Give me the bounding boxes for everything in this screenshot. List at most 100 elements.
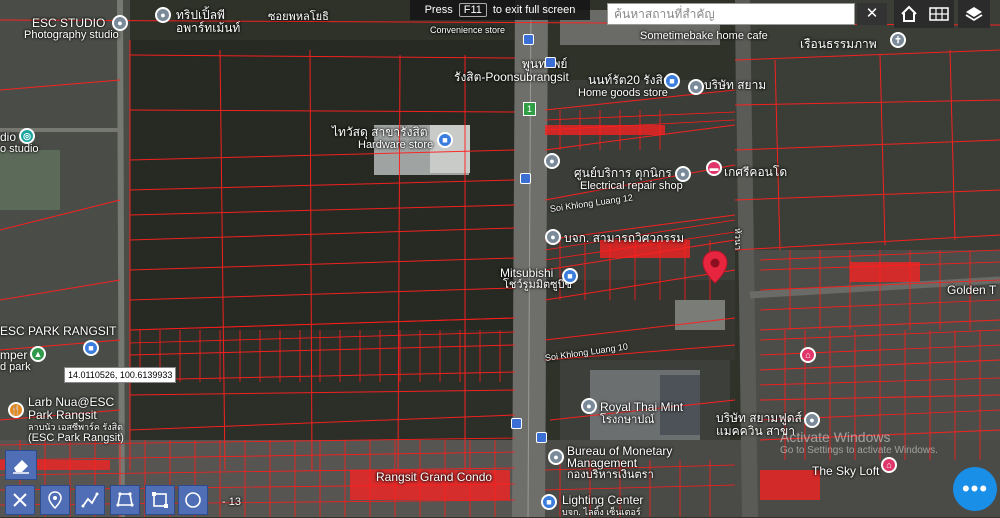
fullscreen-key: F11 bbox=[458, 3, 487, 17]
watermark-subtitle: Go to Settings to activate Windows. bbox=[780, 445, 938, 456]
home-pin-icon[interactable]: ⌂ bbox=[800, 347, 816, 363]
shopping-pin-icon[interactable]: ■ bbox=[541, 494, 557, 510]
rectangle-icon bbox=[152, 492, 168, 508]
road-label: หัวนา bbox=[733, 228, 743, 251]
map-label: เกศรีคอนโด bbox=[724, 165, 788, 179]
circle-tool-button[interactable] bbox=[178, 485, 208, 515]
poi-pin[interactable]: ● bbox=[545, 229, 561, 245]
map-label: d park bbox=[0, 361, 31, 373]
circle-icon bbox=[185, 492, 201, 508]
map-label: อพาร์ทเม้นท์ bbox=[176, 21, 241, 35]
crossed-tools-icon bbox=[13, 493, 27, 507]
map-label: Larb Nua@ESC bbox=[28, 395, 115, 409]
bus-stop-icon[interactable] bbox=[523, 34, 534, 45]
map-label: Park Rangsit bbox=[28, 408, 97, 422]
map-label: เรือนธรรมภาพ bbox=[800, 37, 877, 51]
polyline-icon bbox=[81, 492, 99, 508]
map-label: บจก. ไลติ้ง เซ็นเตอร์ bbox=[562, 507, 641, 517]
map-label: ESC STUDIO bbox=[32, 16, 106, 30]
church-pin-icon[interactable]: ✝ bbox=[890, 32, 906, 48]
pin-icon bbox=[48, 491, 62, 509]
rectangle-tool-button[interactable] bbox=[145, 485, 175, 515]
activation-watermark: Activate Windows Go to Settings to activ… bbox=[780, 429, 938, 456]
poi-pin[interactable]: ● bbox=[675, 166, 691, 182]
shopping-pin-icon[interactable]: ■ bbox=[437, 132, 453, 148]
clear-search-button[interactable]: ✕ bbox=[857, 3, 887, 25]
poi-pin[interactable]: ● bbox=[804, 412, 820, 428]
map-label: ทริปเปิ้ลพี bbox=[176, 8, 225, 22]
camera-pin-icon[interactable]: ◎ bbox=[19, 128, 35, 144]
map-label: (ESC Park Rangsit) bbox=[28, 432, 124, 444]
map-label: กองบริหารเงินตรา bbox=[567, 469, 654, 481]
hotel-pin-icon[interactable]: ▬ bbox=[706, 160, 722, 176]
eraser-tool-button[interactable] bbox=[5, 450, 37, 480]
home-button[interactable] bbox=[894, 0, 924, 28]
map-label: The Sky Loft bbox=[812, 464, 880, 478]
map-label: Photography studio bbox=[24, 29, 119, 41]
fullscreen-press: Press bbox=[424, 4, 453, 16]
map-label: o studio bbox=[0, 143, 39, 155]
park-pin-icon[interactable]: ▲ bbox=[30, 346, 46, 362]
home-pin-icon[interactable]: ⌂ bbox=[881, 457, 897, 473]
grid-icon bbox=[929, 7, 949, 21]
coordinate-tooltip: 14.0110526, 100.6139933 bbox=[64, 367, 177, 383]
polyline-tool-button[interactable] bbox=[75, 485, 105, 515]
map-label: Lighting Center bbox=[562, 493, 644, 507]
map-label: Management bbox=[567, 456, 638, 470]
bus-stop-icon[interactable] bbox=[536, 432, 547, 443]
polygon-tool-button[interactable] bbox=[110, 485, 140, 515]
location-marker-icon[interactable] bbox=[702, 250, 728, 284]
drawing-toolbar bbox=[0, 484, 210, 517]
poi-pin[interactable]: ● bbox=[155, 7, 171, 23]
map-label: Electrical repair shop bbox=[580, 180, 683, 192]
poi-pin[interactable]: ● bbox=[548, 449, 564, 465]
map-label: รังสิต-Poonsubrangsit bbox=[454, 70, 569, 84]
home-icon bbox=[901, 5, 917, 22]
measure-tool-button[interactable] bbox=[5, 485, 35, 515]
map-label: Hardware store bbox=[358, 139, 434, 151]
map-label: ซอยพหลโยธิ bbox=[268, 11, 329, 23]
fullscreen-banner: Press F11 to exit full screen bbox=[410, 0, 590, 20]
map-label: Royal Thai Mint bbox=[600, 400, 684, 414]
map-label: dio bbox=[0, 130, 17, 144]
bus-stop-icon[interactable] bbox=[545, 57, 556, 68]
layers-icon bbox=[965, 7, 983, 22]
more-options-button[interactable]: ••• bbox=[953, 467, 997, 511]
fullscreen-message: to exit full screen bbox=[492, 4, 576, 16]
marker-tool-button[interactable] bbox=[40, 485, 70, 515]
poi-pin[interactable]: ● bbox=[581, 398, 597, 414]
poi-pin[interactable]: ● bbox=[688, 79, 704, 95]
map-label: บริษัท สยามฟูดส์ bbox=[716, 411, 802, 425]
map-label: บริษัท สยาม bbox=[704, 78, 767, 92]
map-label: นนท์รัต20 รังสิต bbox=[588, 73, 671, 87]
polygon-icon bbox=[116, 492, 134, 507]
map-label: Rangsit Grand Condo bbox=[376, 470, 493, 484]
map-label: Convenience store bbox=[430, 25, 506, 35]
map-label: โชว์รูมมิตซูบิชิ bbox=[503, 279, 573, 291]
map-label: บจก. สามารถวิศวกรรม bbox=[564, 231, 685, 245]
shopping-pin-icon[interactable]: ■ bbox=[664, 73, 680, 89]
bus-stop-icon[interactable] bbox=[511, 418, 522, 429]
car-dealer-pin-icon[interactable]: ■ bbox=[562, 268, 578, 284]
map-label: Mitsubishi bbox=[500, 266, 554, 280]
poi-pin[interactable]: ● bbox=[112, 15, 128, 31]
map-label: Home goods store bbox=[578, 87, 668, 99]
restaurant-pin-icon[interactable]: 🍴 bbox=[8, 402, 24, 418]
map-label: mper bbox=[0, 348, 28, 362]
road-label: Golden T bbox=[947, 283, 997, 297]
map-label: Sometimebake home cafe bbox=[640, 30, 768, 42]
map-label: ESC PARK RANGSIT bbox=[0, 324, 117, 338]
grid-button[interactable] bbox=[924, 0, 954, 28]
eraser-icon bbox=[13, 460, 29, 474]
bus-stop-icon[interactable] bbox=[520, 173, 531, 184]
map-label: ศูนย์บริการ ดุกนิกร bbox=[574, 166, 672, 180]
road-label: - 13 bbox=[222, 496, 241, 508]
layers-button[interactable] bbox=[958, 0, 990, 28]
search-input[interactable] bbox=[607, 3, 855, 25]
map-label: ไทวัสดุ สาขารังสิต bbox=[332, 125, 428, 139]
map-label: โรงกษาปณ์ bbox=[600, 414, 655, 426]
building-pin-icon[interactable]: ■ bbox=[83, 340, 99, 356]
route-shield: 1 bbox=[523, 102, 536, 116]
poi-pin[interactable]: ● bbox=[544, 153, 560, 169]
watermark-title: Activate Windows bbox=[780, 429, 891, 445]
